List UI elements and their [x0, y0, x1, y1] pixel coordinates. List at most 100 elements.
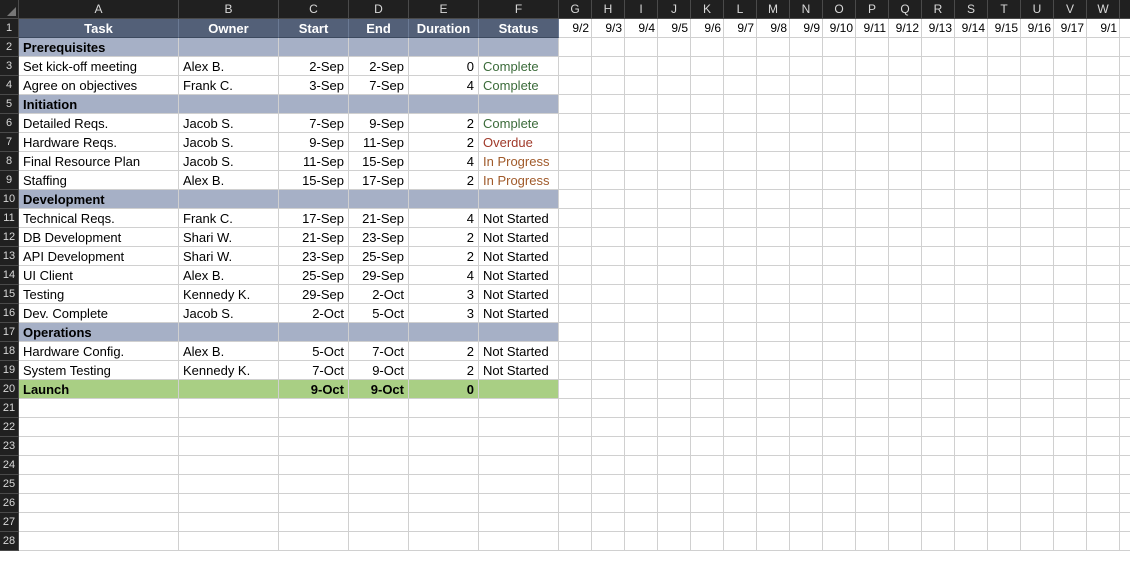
duration-cell-16[interactable]: 3 [409, 304, 479, 323]
gantt-cell-26-16[interactable] [1087, 494, 1120, 513]
gantt-cell-4-13[interactable] [988, 76, 1021, 95]
section-task-17[interactable]: Operations [19, 323, 179, 342]
gantt-cell-26-6[interactable] [757, 494, 790, 513]
gantt-cell-28-3[interactable] [658, 532, 691, 551]
start-cell-14[interactable]: 25-Sep [279, 266, 349, 285]
gantt-cell-18-4[interactable] [691, 342, 724, 361]
gantt-cell-17-10[interactable] [889, 323, 922, 342]
gantt-cell-4-4[interactable] [691, 76, 724, 95]
gantt-cell-14-12[interactable] [955, 266, 988, 285]
gantt-cell-6-12[interactable] [955, 114, 988, 133]
gantt-cell-14-9[interactable] [856, 266, 889, 285]
row-header-3[interactable]: 3 [0, 57, 19, 76]
gantt-cell-11-3[interactable] [658, 209, 691, 228]
gantt-cell-26-15[interactable] [1054, 494, 1087, 513]
section-duration-5[interactable] [409, 95, 479, 114]
task-cell-18[interactable]: Hardware Config. [19, 342, 179, 361]
gantt-cell-12-1[interactable] [592, 228, 625, 247]
gantt-cell-7-7[interactable] [790, 133, 823, 152]
gantt-cell-21-7[interactable] [790, 399, 823, 418]
end-cell-11[interactable]: 21-Sep [349, 209, 409, 228]
gantt-cell-4-17[interactable] [1120, 76, 1130, 95]
gantt-cell-10-10[interactable] [889, 190, 922, 209]
gantt-cell-26-9[interactable] [856, 494, 889, 513]
gantt-cell-14-10[interactable] [889, 266, 922, 285]
gantt-cell-11-5[interactable] [724, 209, 757, 228]
gantt-cell-16-8[interactable] [823, 304, 856, 323]
duration-cell-11[interactable]: 4 [409, 209, 479, 228]
gantt-cell-3-5[interactable] [724, 57, 757, 76]
gantt-cell-17-2[interactable] [625, 323, 658, 342]
gantt-cell-8-9[interactable] [856, 152, 889, 171]
gantt-cell-20-6[interactable] [757, 380, 790, 399]
cell-B-22[interactable] [179, 418, 279, 437]
duration-cell-14[interactable]: 4 [409, 266, 479, 285]
gantt-cell-4-6[interactable] [757, 76, 790, 95]
gantt-cell-4-10[interactable] [889, 76, 922, 95]
gantt-cell-4-12[interactable] [955, 76, 988, 95]
gantt-cell-22-17[interactable] [1120, 418, 1130, 437]
gantt-cell-24-9[interactable] [856, 456, 889, 475]
gantt-cell-23-12[interactable] [955, 437, 988, 456]
gantt-cell-14-8[interactable] [823, 266, 856, 285]
gantt-cell-9-8[interactable] [823, 171, 856, 190]
gantt-cell-9-10[interactable] [889, 171, 922, 190]
gantt-cell-16-12[interactable] [955, 304, 988, 323]
cell-E-28[interactable] [409, 532, 479, 551]
gantt-cell-27-2[interactable] [625, 513, 658, 532]
start-cell-15[interactable]: 29-Sep [279, 285, 349, 304]
date-col-5[interactable]: 9/7 [724, 19, 757, 38]
gantt-cell-4-16[interactable] [1087, 76, 1120, 95]
row-header-24[interactable]: 24 [0, 456, 19, 475]
gantt-cell-3-6[interactable] [757, 57, 790, 76]
gantt-cell-5-10[interactable] [889, 95, 922, 114]
header-end[interactable]: End [349, 19, 409, 38]
gantt-cell-22-14[interactable] [1021, 418, 1054, 437]
gantt-cell-15-8[interactable] [823, 285, 856, 304]
gantt-cell-14-13[interactable] [988, 266, 1021, 285]
gantt-cell-11-14[interactable] [1021, 209, 1054, 228]
gantt-cell-8-17[interactable] [1120, 152, 1130, 171]
gantt-cell-24-14[interactable] [1021, 456, 1054, 475]
gantt-cell-9-14[interactable] [1021, 171, 1054, 190]
gantt-cell-19-2[interactable] [625, 361, 658, 380]
gantt-cell-28-5[interactable] [724, 532, 757, 551]
gantt-cell-18-2[interactable] [625, 342, 658, 361]
gantt-cell-26-11[interactable] [922, 494, 955, 513]
gantt-cell-18-15[interactable] [1054, 342, 1087, 361]
gantt-cell-6-6[interactable] [757, 114, 790, 133]
gantt-cell-3-9[interactable] [856, 57, 889, 76]
gantt-cell-14-16[interactable] [1087, 266, 1120, 285]
row-header-22[interactable]: 22 [0, 418, 19, 437]
gantt-cell-24-16[interactable] [1087, 456, 1120, 475]
col-header-T[interactable]: T [988, 0, 1021, 19]
gantt-cell-21-3[interactable] [658, 399, 691, 418]
gantt-cell-13-0[interactable] [559, 247, 592, 266]
gantt-cell-13-15[interactable] [1054, 247, 1087, 266]
gantt-cell-8-12[interactable] [955, 152, 988, 171]
task-cell-7[interactable]: Hardware Reqs. [19, 133, 179, 152]
gantt-cell-22-4[interactable] [691, 418, 724, 437]
gantt-cell-17-3[interactable] [658, 323, 691, 342]
cell-F-25[interactable] [479, 475, 559, 494]
gantt-cell-5-0[interactable] [559, 95, 592, 114]
gantt-cell-26-3[interactable] [658, 494, 691, 513]
gantt-cell-12-8[interactable] [823, 228, 856, 247]
gantt-cell-20-9[interactable] [856, 380, 889, 399]
gantt-cell-11-0[interactable] [559, 209, 592, 228]
gantt-cell-23-5[interactable] [724, 437, 757, 456]
end-cell-6[interactable]: 9-Sep [349, 114, 409, 133]
gantt-cell-27-14[interactable] [1021, 513, 1054, 532]
gantt-cell-19-14[interactable] [1021, 361, 1054, 380]
section-owner-2[interactable] [179, 38, 279, 57]
gantt-cell-15-5[interactable] [724, 285, 757, 304]
gantt-cell-9-17[interactable] [1120, 171, 1130, 190]
gantt-cell-23-10[interactable] [889, 437, 922, 456]
section-status-2[interactable] [479, 38, 559, 57]
status-cell-11[interactable]: Not Started [479, 209, 559, 228]
duration-cell-18[interactable]: 2 [409, 342, 479, 361]
gantt-cell-4-11[interactable] [922, 76, 955, 95]
duration-cell-3[interactable]: 0 [409, 57, 479, 76]
gantt-cell-14-17[interactable] [1120, 266, 1130, 285]
end-cell-8[interactable]: 15-Sep [349, 152, 409, 171]
